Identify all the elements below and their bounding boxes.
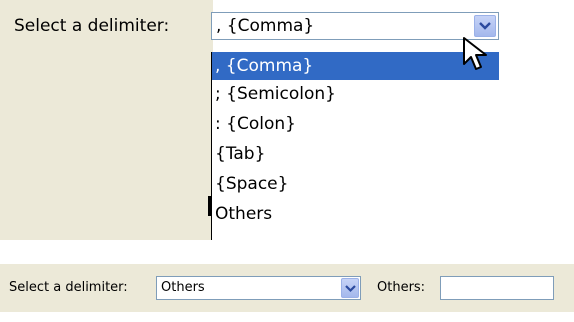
option-comma[interactable]: , {Comma} (212, 52, 499, 80)
others-label: Others: (377, 280, 426, 295)
delimiter-select[interactable]: , {Comma} (211, 12, 499, 40)
delimiter-dropdown-expanded-panel: Select a delimiter: , {Comma} , {Comma} … (0, 0, 574, 240)
dropdown-button[interactable] (341, 278, 359, 298)
delimiter-select[interactable]: Others (156, 276, 361, 300)
mouse-pointer-icon (463, 37, 487, 70)
delimiter-select-value: Others (161, 280, 205, 295)
option-colon[interactable]: : {Colon} (212, 110, 499, 138)
delimiter-options-list: , {Comma} ; {Semicolon} : {Colon} {Tab} … (211, 52, 499, 240)
delimiter-label: Select a delimiter: (9, 280, 128, 295)
option-space[interactable]: {Space} (212, 170, 499, 198)
chevron-down-icon (479, 22, 491, 30)
chevron-down-icon (345, 285, 356, 293)
divider (208, 196, 211, 216)
option-semicolon[interactable]: ; {Semicolon} (212, 80, 499, 108)
others-delimiter-input[interactable] (440, 276, 554, 300)
delimiter-others-panel: Select a delimiter: Others Others: (0, 264, 574, 312)
delimiter-label: Select a delimiter: (14, 16, 170, 36)
delimiter-select-value: , {Comma} (216, 16, 315, 36)
option-others[interactable]: Others (212, 200, 499, 228)
option-tab[interactable]: {Tab} (212, 140, 499, 168)
dropdown-button[interactable] (474, 15, 496, 37)
